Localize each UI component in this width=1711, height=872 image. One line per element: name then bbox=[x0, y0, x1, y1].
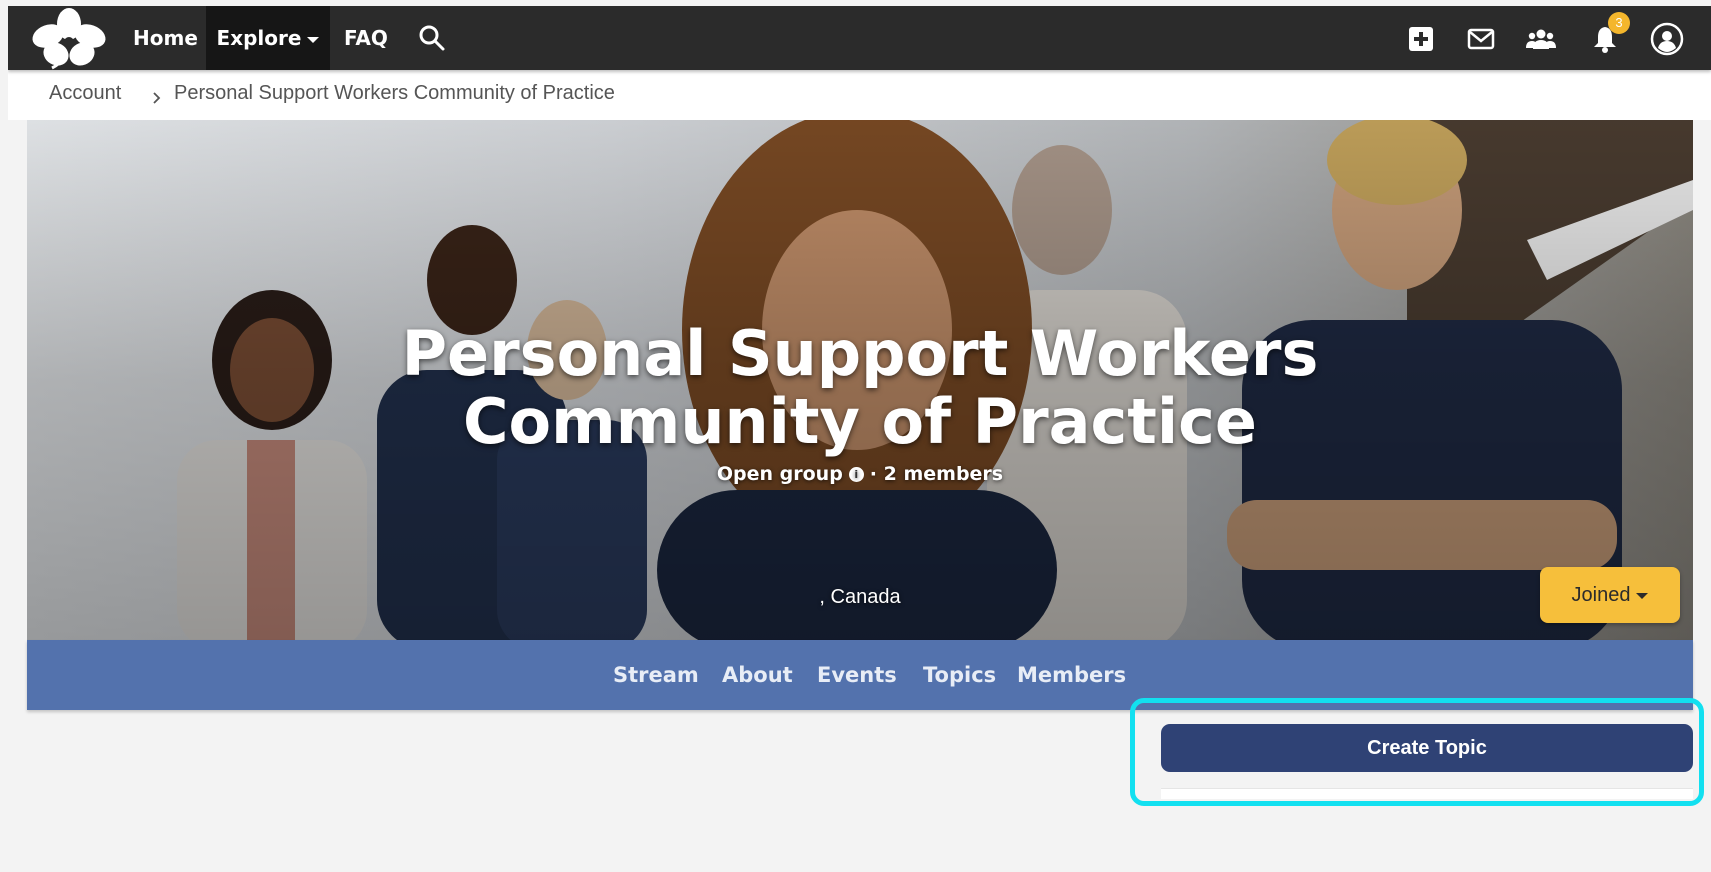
tab-members[interactable]: Members bbox=[1017, 640, 1126, 710]
tab-about[interactable]: About bbox=[722, 640, 793, 710]
notification-badge: 3 bbox=[1608, 12, 1630, 34]
tab-topics[interactable]: Topics bbox=[923, 640, 996, 710]
tab-events[interactable]: Events bbox=[817, 640, 897, 710]
chevron-right-icon bbox=[153, 92, 161, 104]
app-frame: Home Explore FAQ 3 Account Personal Supp… bbox=[8, 6, 1711, 872]
member-count: · 2 members bbox=[869, 463, 1004, 485]
add-content-icon[interactable] bbox=[1406, 24, 1436, 54]
nav-faq[interactable]: FAQ bbox=[344, 6, 388, 70]
joined-dropdown-button[interactable]: Joined bbox=[1540, 567, 1680, 623]
people-icon[interactable] bbox=[1526, 24, 1556, 54]
group-type: Open group bbox=[716, 463, 843, 485]
breadcrumb-current: Personal Support Workers Community of Pr… bbox=[174, 82, 615, 104]
group-location: , Canada bbox=[819, 586, 901, 608]
group-title-line-2: Community of Practice bbox=[463, 385, 1257, 458]
nav-explore[interactable]: Explore bbox=[206, 6, 330, 70]
logo-flower-icon[interactable] bbox=[26, 8, 112, 70]
avatar-icon[interactable] bbox=[1650, 22, 1684, 56]
breadcrumb-account-link[interactable]: Account bbox=[49, 82, 121, 105]
top-navbar: Home Explore FAQ 3 bbox=[8, 6, 1711, 70]
info-icon[interactable]: i bbox=[848, 467, 864, 482]
focus-highlight bbox=[1130, 698, 1704, 806]
tab-stream[interactable]: Stream bbox=[613, 640, 699, 710]
mail-icon[interactable] bbox=[1466, 24, 1496, 54]
nav-explore-label: Explore bbox=[216, 26, 302, 50]
group-hero-banner: Personal Support Workers Community of Pr… bbox=[27, 120, 1693, 640]
search-icon[interactable] bbox=[418, 24, 446, 52]
chevron-down-icon bbox=[1636, 592, 1649, 599]
breadcrumb: Account Personal Support Workers Communi… bbox=[8, 70, 1711, 120]
group-title-line-1: Personal Support Workers bbox=[401, 317, 1319, 390]
nav-home[interactable]: Home bbox=[133, 6, 198, 70]
joined-label: Joined bbox=[1571, 584, 1631, 606]
group-title: Personal Support Workers Community of Pr… bbox=[27, 320, 1693, 456]
group-meta: Open group i · 2 members bbox=[27, 463, 1693, 485]
chevron-down-icon bbox=[307, 36, 320, 43]
